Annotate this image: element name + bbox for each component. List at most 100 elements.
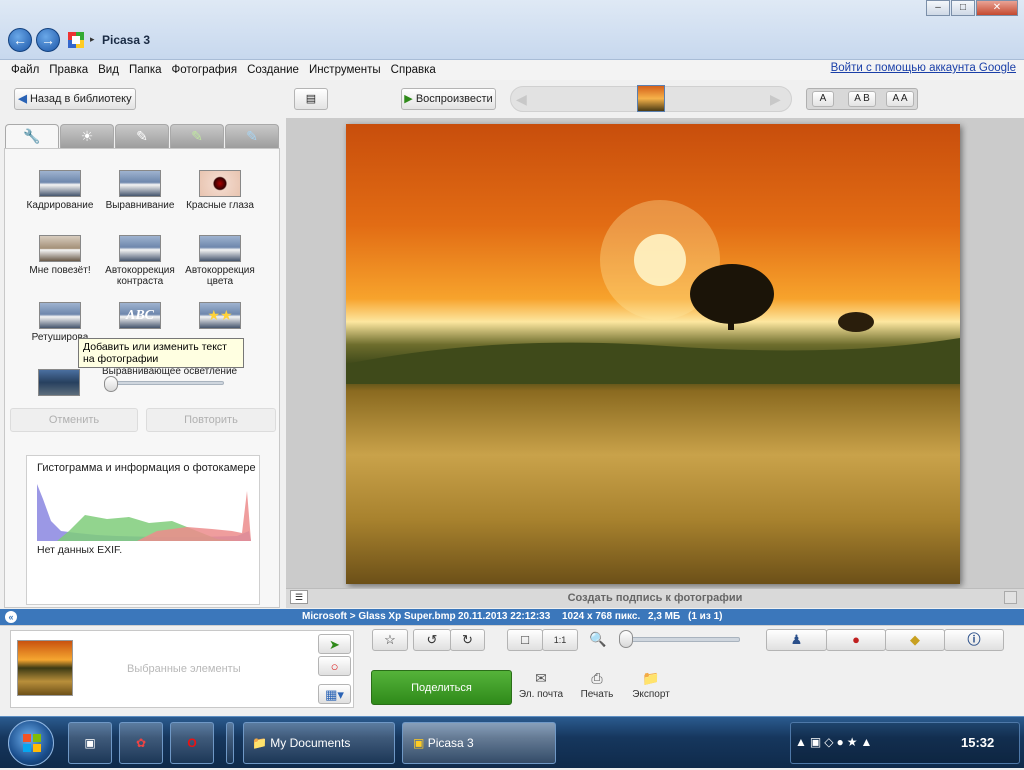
rotate-left-button[interactable]: ↺ xyxy=(413,629,451,651)
redo-button[interactable]: Повторить xyxy=(146,408,276,432)
caption-placeholder: Создать подпись к фотографии xyxy=(567,592,743,604)
opera-icon[interactable]: O xyxy=(170,722,214,764)
close-button[interactable]: ✕ xyxy=(976,0,1018,16)
quicklaunch-app-icon[interactable]: ✿ xyxy=(119,722,163,764)
tray-thumbnail[interactable] xyxy=(17,640,73,696)
hold-pin-icon[interactable]: ➤ xyxy=(318,634,351,654)
brush-icon: ✎ xyxy=(136,128,148,144)
caption-field[interactable]: Создать подпись к фотографии xyxy=(286,588,1024,608)
tab-tuning[interactable]: ☀ xyxy=(60,124,114,148)
tab-effects-2[interactable]: ✎ xyxy=(170,124,224,148)
status-bar: « Microsoft > Glass Xp Super.bmp 20.11.2… xyxy=(0,609,1024,625)
print-button[interactable]: ⎙ Печать xyxy=(572,670,622,700)
email-button[interactable]: ✉ Эл. почта xyxy=(516,670,566,700)
tab-basic-fixes[interactable]: 🔧 xyxy=(5,124,59,148)
filmstrip-thumbnail[interactable] xyxy=(637,85,665,112)
fit-screen-icon: □ xyxy=(521,632,529,647)
tab-effects-3[interactable]: ✎ xyxy=(225,124,279,148)
menu-file[interactable]: Файл xyxy=(6,60,44,80)
redeye-2-tool[interactable]: ★★ xyxy=(184,302,256,332)
caption-info-icon[interactable] xyxy=(1004,591,1017,604)
menu-create[interactable]: Создание xyxy=(242,60,304,80)
slideshow-label: Воспроизвести xyxy=(415,93,493,105)
text-thumb: ABC xyxy=(119,302,161,329)
menu-view[interactable]: Вид xyxy=(93,60,124,80)
back-nav-button[interactable]: ← xyxy=(8,28,32,52)
redeye-label: Красные глаза xyxy=(186,200,254,211)
autocolor-label: Автокоррекция цвета xyxy=(185,265,255,287)
collage-icon[interactable]: ▤ xyxy=(294,88,328,110)
menu-edit[interactable]: Правка xyxy=(44,60,93,80)
actual-size-button[interactable]: 1:1 xyxy=(542,629,578,651)
tray-icons[interactable]: ▲▣◇●★▲ xyxy=(795,735,875,749)
menu-folder[interactable]: Папка xyxy=(124,60,167,80)
autocolor-tool[interactable]: Автокоррекция цвета xyxy=(184,235,256,287)
rotate-right-button[interactable]: ↻ xyxy=(450,629,485,651)
crop-tool[interactable]: Кадрирование xyxy=(24,170,96,211)
straighten-thumb xyxy=(119,170,161,197)
sunset-field-image xyxy=(346,200,960,384)
print-label: Печать xyxy=(580,689,614,700)
email-label: Эл. почта xyxy=(518,689,564,700)
straighten-tool[interactable]: Выравнивание xyxy=(104,170,176,211)
view-single-button[interactable]: A xyxy=(812,91,834,107)
view-compare-button[interactable]: A B xyxy=(848,91,876,107)
back-to-library-button[interactable]: ◀ Назад в библиотеку xyxy=(14,88,136,110)
lucky-tool[interactable]: Мне повезёт! xyxy=(24,235,96,276)
zoom-slider-thumb[interactable] xyxy=(619,630,633,648)
status-count: (1 из 1) xyxy=(688,611,723,622)
task-my-documents[interactable]: 📁 My Documents xyxy=(243,722,395,764)
picasa-logo-icon xyxy=(68,32,84,48)
task-picasa-label: Picasa 3 xyxy=(427,736,474,750)
share-button[interactable]: Поделиться xyxy=(371,670,512,705)
lucky-thumb xyxy=(39,235,81,262)
info-icon: ⓘ xyxy=(967,632,981,647)
minimize-button[interactable]: – xyxy=(926,0,950,16)
clock[interactable]: 15:32 xyxy=(961,735,994,750)
slideshow-button[interactable]: ▶ Воспроизвести xyxy=(401,88,496,110)
text-tool[interactable]: ABC xyxy=(104,302,176,332)
start-button[interactable] xyxy=(8,720,54,766)
autocontrast-tool[interactable]: Автокоррекция контраста xyxy=(104,235,176,287)
fill-light-slider-track[interactable] xyxy=(104,381,224,385)
taskbar-grip[interactable] xyxy=(226,722,234,764)
retouch-tool[interactable]: Ретуширова xyxy=(24,302,96,343)
histogram-panel: Гистограмма и информация о фотокамере Не… xyxy=(26,455,260,605)
fit-screen-button[interactable]: □ xyxy=(507,629,543,651)
maximize-button[interactable]: □ xyxy=(951,0,975,16)
tags-button[interactable]: ◆ xyxy=(885,629,945,651)
menu-tools[interactable]: Инструменты xyxy=(304,60,386,80)
printer-icon: ⎙ xyxy=(591,670,603,686)
show-desktop-icon[interactable]: ▣ xyxy=(68,722,112,764)
fill-light-slider-thumb[interactable] xyxy=(104,376,118,392)
export-button[interactable]: 📁 Экспорт xyxy=(626,670,676,700)
straighten-label: Выравнивание xyxy=(105,200,175,211)
forward-nav-button[interactable]: → xyxy=(36,28,60,52)
menu-help[interactable]: Справка xyxy=(386,60,441,80)
fill-light-thumb xyxy=(38,369,80,396)
people-button[interactable]: ♟ xyxy=(766,629,827,651)
tag-icon: ◆ xyxy=(910,632,920,647)
status-path: Microsoft > Glass Xp Super.bmp xyxy=(302,611,456,622)
tab-effects[interactable]: ✎ xyxy=(115,124,169,148)
zoom-slider-track[interactable] xyxy=(622,637,740,642)
undo-button[interactable]: Отменить xyxy=(10,408,138,432)
clear-tray-icon[interactable]: ○ xyxy=(318,656,351,676)
google-signin-link[interactable]: Войти с помощью аккаунта Google xyxy=(831,62,1016,74)
view-dual-button[interactable]: A A xyxy=(886,91,914,107)
menu-picture[interactable]: Фотография xyxy=(167,60,243,80)
collapse-chevron-icon[interactable]: « xyxy=(5,611,17,623)
caption-edit-icon[interactable]: ☰ xyxy=(290,590,308,604)
geotag-button[interactable]: ● xyxy=(826,629,886,651)
task-my-documents-label: My Documents xyxy=(270,736,351,750)
task-picasa[interactable]: ▣ Picasa 3 xyxy=(402,722,556,764)
next-photo-icon[interactable]: ▶ xyxy=(770,91,781,108)
brush-blue-icon: ✎ xyxy=(246,128,258,144)
tray-label: Выбранные элементы xyxy=(127,663,241,675)
prev-photo-icon[interactable]: ◀ xyxy=(516,91,527,108)
star-button[interactable]: ☆ xyxy=(372,629,408,651)
photo-canvas[interactable] xyxy=(346,124,960,584)
properties-button[interactable]: ⓘ xyxy=(944,629,1004,651)
add-to-album-icon[interactable]: ▦▾ xyxy=(318,684,351,704)
redeye-tool[interactable]: Красные глаза xyxy=(184,170,256,211)
